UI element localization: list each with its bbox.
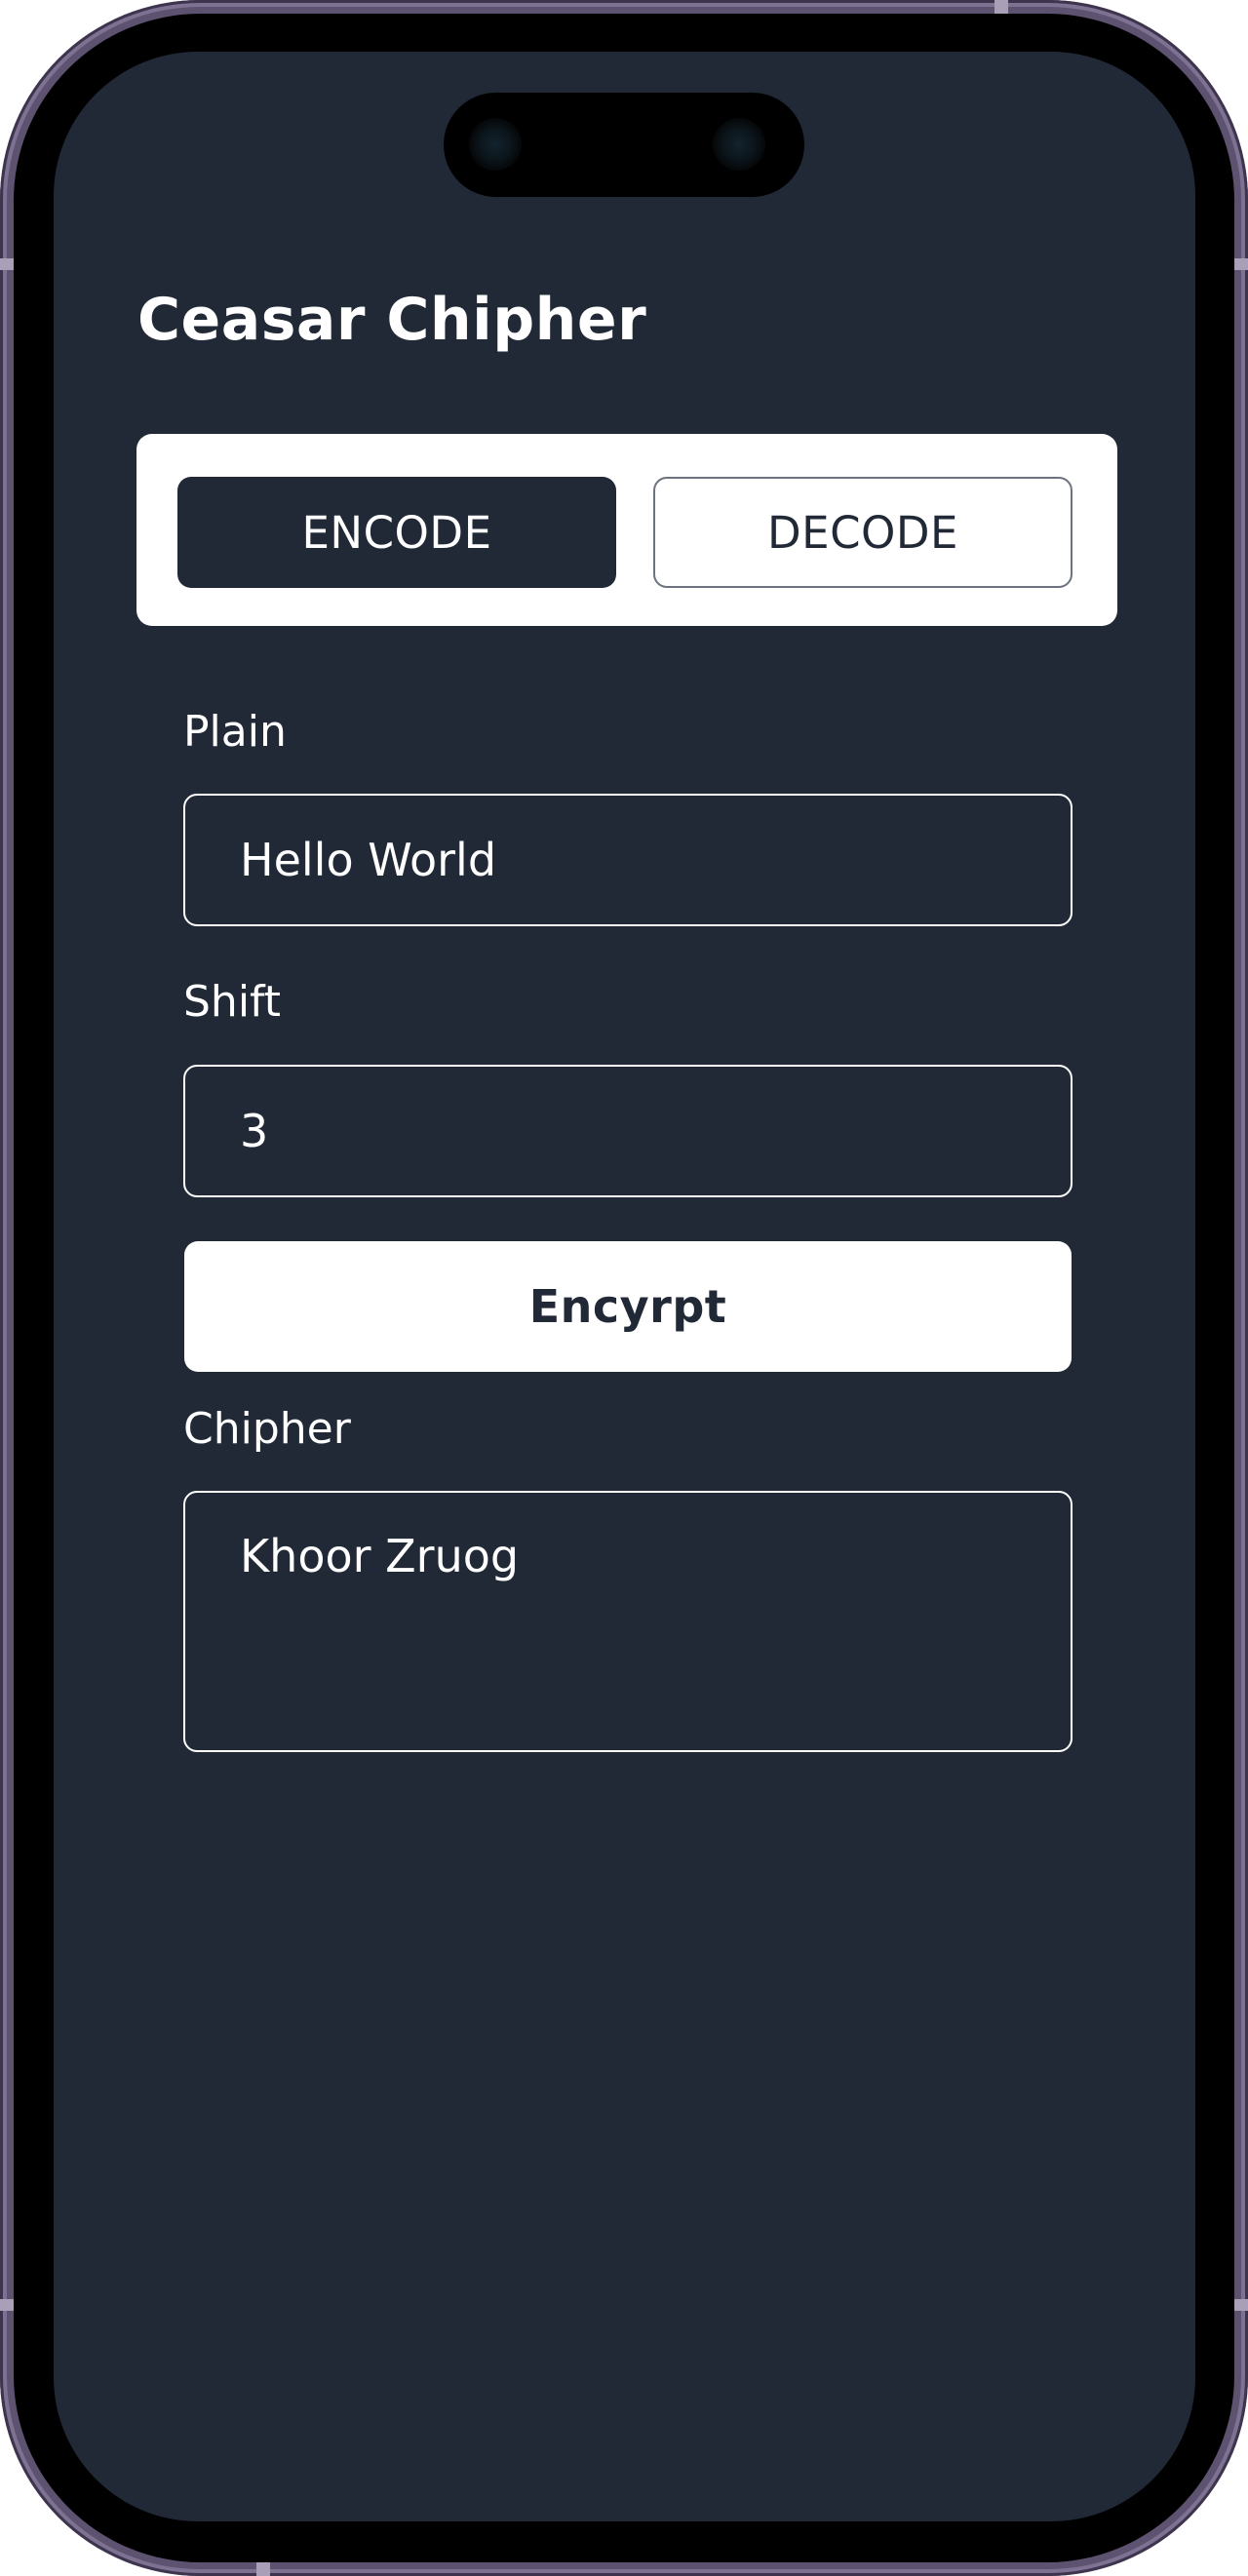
plain-input[interactable]: Hello World [183,794,1072,926]
cipher-output[interactable]: Khoor Zruog [183,1491,1072,1752]
app-screen: Ceasar Chipher ENCODE DECODE Plain Hello… [54,52,1195,2521]
encode-tab[interactable]: ENCODE [177,477,616,588]
decode-tab[interactable]: DECODE [653,477,1072,588]
dynamic-island [444,93,804,197]
top-antenna-line [994,0,1008,14]
shift-label: Shift [183,977,282,1027]
cipher-label: Chipher [183,1404,351,1454]
mode-toggle: ENCODE DECODE [136,434,1117,626]
encrypt-button[interactable]: Encyrpt [184,1241,1072,1372]
sensor-icon [713,118,765,171]
side-button-left-bottom [0,2299,14,2311]
plain-label: Plain [183,707,287,757]
page-title: Ceasar Chipher [137,286,647,354]
bottom-antenna-line [256,2562,270,2576]
side-button-right-top [1234,258,1248,270]
side-button-left-top [0,258,14,270]
side-button-right-bottom [1234,2299,1248,2311]
shift-input[interactable]: 3 [183,1065,1072,1197]
camera-lens-icon [469,118,522,171]
phone-frame: Ceasar Chipher ENCODE DECODE Plain Hello… [0,0,1248,2576]
